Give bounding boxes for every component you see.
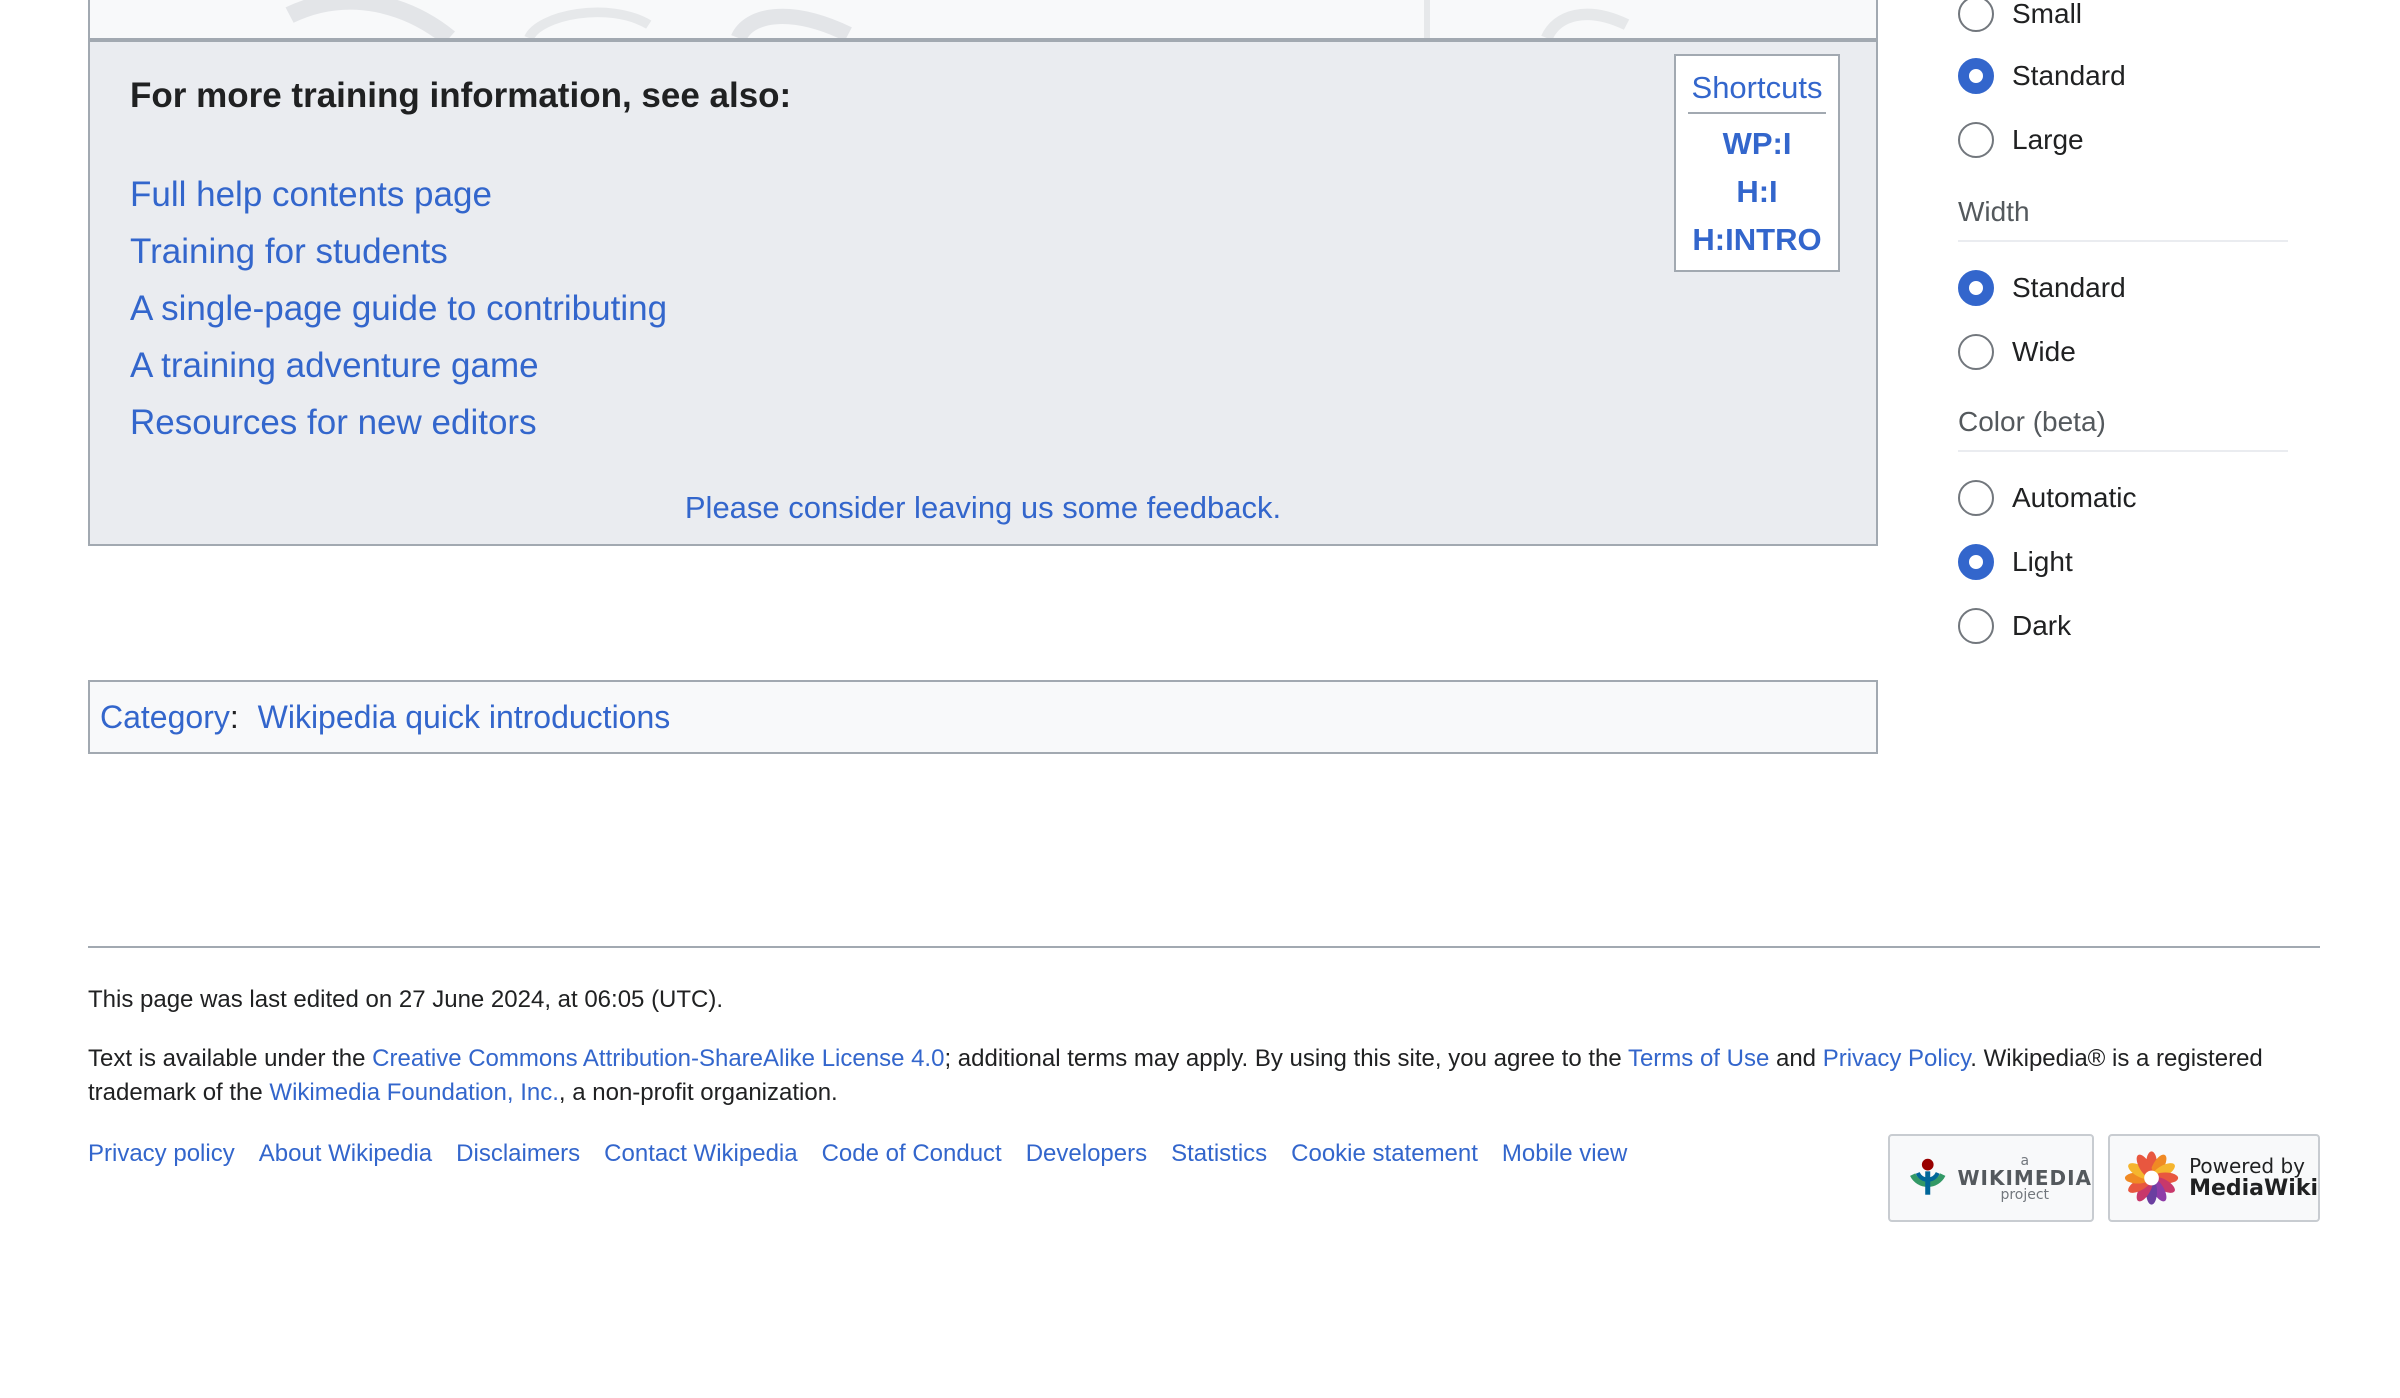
footer-cookie-statement[interactable]: Cookie statement	[1291, 1140, 1478, 1167]
see-also-links: Full help contents page Training for stu…	[130, 166, 667, 451]
footer-privacy-policy[interactable]: Privacy policy	[88, 1140, 235, 1167]
license-text-part: and	[1769, 1045, 1823, 1072]
list-item: About Wikipedia	[259, 1140, 432, 1168]
category-separator: :	[229, 699, 239, 735]
footer-divider	[88, 946, 2320, 948]
link-training-adventure-game[interactable]: A training adventure game	[130, 346, 539, 385]
radio-button[interactable]	[1958, 334, 1994, 370]
category-bar: Category: Wikipedia quick introductions	[88, 680, 1878, 754]
footer-statistics[interactable]: Statistics	[1171, 1140, 1267, 1167]
radio-text-large[interactable]: Large	[1958, 120, 2084, 160]
wikimedia-foundation-link[interactable]: Wikimedia Foundation, Inc.	[269, 1079, 558, 1106]
mediawiki-badge-text: Powered by MediaWiki	[2189, 1155, 2318, 1201]
footer-developers[interactable]: Developers	[1026, 1140, 1147, 1167]
feedback-link[interactable]: Please consider leaving us some feedback…	[685, 490, 1281, 525]
footer-about-wikipedia[interactable]: About Wikipedia	[259, 1140, 432, 1167]
radio-label: Light	[2012, 546, 2073, 577]
badge-top-text: Powered by	[2189, 1153, 2305, 1178]
link-single-page-guide[interactable]: A single-page guide to contributing	[130, 289, 667, 328]
radio-color-automatic[interactable]: Automatic	[1958, 478, 2137, 518]
list-item: Full help contents page	[130, 166, 667, 223]
terms-of-use-link[interactable]: Terms of Use	[1628, 1045, 1769, 1072]
list-item: Mobile view	[1502, 1140, 1627, 1168]
last-modified-text: This page was last edited on 27 June 202…	[88, 986, 724, 1013]
powered-by-mediawiki-badge[interactable]: Powered by MediaWiki	[2108, 1134, 2320, 1222]
see-also-heading: For more training information, see also:	[130, 76, 792, 115]
shortcut-list: WP:I H:I H:INTRO	[1676, 120, 1838, 264]
link-resources-new-editors[interactable]: Resources for new editors	[130, 403, 537, 442]
footer-contact-wikipedia[interactable]: Contact Wikipedia	[604, 1140, 797, 1167]
radio-label: Automatic	[2012, 482, 2137, 513]
radio-label: Large	[2012, 124, 2084, 155]
radio-color-dark[interactable]: Dark	[1958, 606, 2071, 646]
list-item: Developers	[1026, 1140, 1147, 1168]
wikimedia-badge-text: a WIKIMEDIA project	[1957, 1154, 2092, 1202]
shortcut-wp-i[interactable]: WP:I	[1676, 120, 1838, 168]
feedback-row: Please consider leaving us some feedback…	[90, 490, 1876, 526]
footer-disclaimers[interactable]: Disclaimers	[456, 1140, 580, 1167]
list-item: Contact Wikipedia	[604, 1140, 797, 1168]
radio-label: Small	[2012, 0, 2083, 29]
background-watermark	[285, 0, 1630, 38]
cc-license-link[interactable]: Creative Commons Attribution-ShareAlike …	[372, 1045, 944, 1072]
radio-button[interactable]	[1958, 0, 1994, 32]
shortcuts-title-link[interactable]: Shortcuts	[1688, 70, 1826, 114]
list-item: Code of Conduct	[822, 1140, 1002, 1168]
mediawiki-sunflower-icon	[2124, 1151, 2179, 1205]
wikimedia-project-badge[interactable]: a WIKIMEDIA project	[1888, 1134, 2094, 1222]
page: For more training information, see also:…	[0, 0, 2400, 1398]
badge-main-text: MediaWiki	[2189, 1175, 2318, 1201]
radio-label: Standard	[2012, 272, 2126, 303]
license-text-part: Text is available under the	[88, 1045, 373, 1072]
footer-links: Privacy policy About Wikipedia Disclaime…	[88, 1140, 1651, 1168]
footer-code-of-conduct[interactable]: Code of Conduct	[822, 1140, 1002, 1167]
list-item: Disclaimers	[456, 1140, 580, 1168]
radio-button[interactable]	[1958, 122, 1994, 158]
radio-text-standard[interactable]: Standard	[1958, 56, 2126, 96]
link-full-help-contents[interactable]: Full help contents page	[130, 175, 492, 214]
wikimedia-logo-icon	[1910, 1158, 1946, 1195]
list-item: Statistics	[1171, 1140, 1267, 1168]
list-item: Training for students	[130, 223, 667, 280]
list-item: A training adventure game	[130, 337, 667, 394]
license-text-part: , a non-profit organization.	[558, 1079, 838, 1106]
shortcut-h-i[interactable]: H:I	[1676, 168, 1838, 216]
category-link-quick-introductions[interactable]: Wikipedia quick introductions	[258, 699, 671, 735]
list-item: Cookie statement	[1291, 1140, 1478, 1168]
link-training-for-students[interactable]: Training for students	[130, 232, 448, 271]
badge-bottom-text: project	[2000, 1187, 2050, 1203]
radio-button[interactable]	[1958, 608, 1994, 644]
badge-main-text: WIKIMEDIA	[1957, 1166, 2092, 1190]
radio-width-wide[interactable]: Wide	[1958, 332, 2076, 372]
see-also-box: For more training information, see also:…	[88, 40, 1878, 546]
radio-label: Wide	[2012, 336, 2076, 367]
radio-label: Dark	[2012, 610, 2072, 641]
radio-color-light[interactable]: Light	[1958, 542, 2073, 582]
list-item: Privacy policy	[88, 1140, 235, 1168]
radio-button-selected[interactable]	[1958, 544, 1994, 580]
list-item: A single-page guide to contributing	[130, 280, 667, 337]
shortcut-h-intro[interactable]: H:INTRO	[1676, 216, 1838, 264]
radio-button[interactable]	[1958, 480, 1994, 516]
radio-button-selected[interactable]	[1958, 58, 1994, 94]
radio-button-selected[interactable]	[1958, 270, 1994, 306]
list-item: Resources for new editors	[130, 394, 667, 451]
category-label-link[interactable]: Category	[100, 699, 230, 735]
license-text: Text is available under the Creative Com…	[88, 1042, 2320, 1110]
privacy-policy-inline-link[interactable]: Privacy Policy	[1823, 1045, 1971, 1072]
width-group-label: Width	[1958, 196, 2288, 242]
color-group-label: Color (beta)	[1958, 406, 2288, 452]
license-text-part: ; additional terms may apply. By using t…	[944, 1045, 1628, 1072]
radio-text-small[interactable]: Small	[1958, 0, 2082, 34]
radio-width-standard[interactable]: Standard	[1958, 268, 2126, 308]
radio-label: Standard	[2012, 60, 2126, 91]
footer-mobile-view[interactable]: Mobile view	[1502, 1140, 1627, 1167]
shortcuts-box: Shortcuts WP:I H:I H:INTRO	[1674, 54, 1840, 272]
content-box-bottom-edge	[88, 0, 1878, 40]
